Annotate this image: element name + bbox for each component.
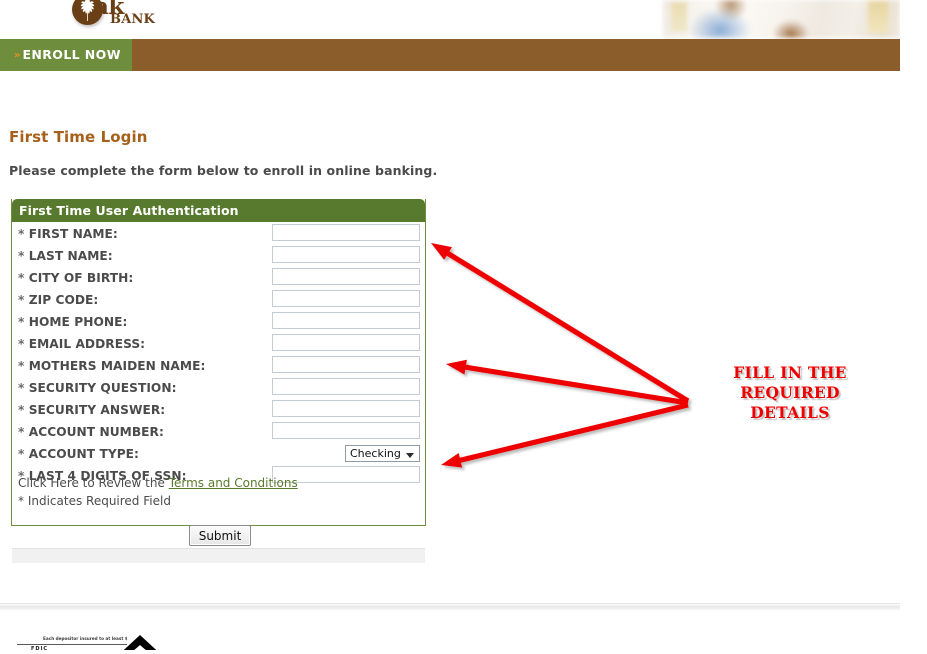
label-text: HOME PHONE: [28, 315, 128, 329]
input-mothers-maiden-name[interactable] [272, 356, 420, 373]
form-row-security-question: * SECURITY QUESTION: [12, 378, 425, 401]
input-security-answer[interactable] [272, 400, 420, 417]
panel-body: * FIRST NAME: * LAST NAME: * CITY OF BIRTH… [12, 222, 425, 563]
footer-divider [0, 603, 900, 610]
panel-footer-strip [12, 548, 425, 563]
nav-item-enroll-now-label: ENROLL NOW [22, 47, 121, 62]
first-time-user-authentication-panel: First Time User Authentication * FIRST N… [11, 199, 426, 563]
label-text: ZIP CODE: [28, 293, 99, 307]
panel-title: First Time User Authentication [12, 199, 425, 222]
double-chevron-right-icon: » [14, 50, 20, 61]
form-row-zip-code: * ZIP CODE: [12, 290, 425, 313]
label-security-answer: * SECURITY ANSWER: [18, 403, 165, 417]
label-account-type: * ACCOUNT TYPE: [18, 447, 139, 461]
form-row-city-of-birth: * CITY OF BIRTH: [12, 268, 425, 291]
label-text: EMAIL ADDRESS: [28, 337, 146, 351]
label-text: LAST NAME: [28, 249, 113, 263]
label-text: ACCOUNT TYPE: [28, 447, 139, 461]
logo-word-bank: BANK [110, 12, 156, 27]
site-header: ak BANK [0, 0, 900, 38]
oak-bank-logo[interactable]: ak BANK [72, 0, 177, 34]
required-asterisk-icon: * [18, 403, 29, 417]
back-to-top-chevron-icon[interactable] [112, 633, 168, 650]
label-text: MOTHERS MAIDEN NAME: [28, 359, 206, 373]
input-last-name[interactable] [272, 246, 420, 263]
input-zip-code[interactable] [272, 290, 420, 307]
header-banner-photo [663, 0, 900, 38]
required-asterisk-icon: * [18, 271, 29, 285]
label-home-phone: * HOME PHONE: [18, 315, 127, 329]
main-navigation-bar: » ENROLL NOW [0, 39, 900, 71]
fdic-rule [17, 644, 127, 645]
page-title: First Time Login [9, 128, 148, 146]
label-mothers-maiden-name: * MOTHERS MAIDEN NAME: [18, 359, 205, 373]
form-row-account-type: * ACCOUNT TYPE: Checking [12, 445, 425, 467]
label-text: SECURITY ANSWER: [28, 403, 166, 417]
nav-item-enroll-now[interactable]: » ENROLL NOW [0, 39, 132, 71]
required-asterisk-icon: * [18, 337, 29, 351]
photo-window-right [868, 1, 888, 33]
label-last-name: * LAST NAME: [18, 249, 113, 263]
input-city-of-birth[interactable] [272, 268, 420, 285]
input-home-phone[interactable] [272, 312, 420, 329]
select-account-type[interactable]: Checking [345, 445, 420, 462]
label-security-question: * SECURITY QUESTION: [18, 381, 177, 395]
required-asterisk-icon: * [18, 447, 29, 461]
label-city-of-birth: * CITY OF BIRTH: [18, 271, 133, 285]
required-asterisk-icon: * [18, 359, 29, 373]
chevron-down-icon [406, 453, 414, 458]
terms-line: Click Here to Review the Terms and Condi… [18, 476, 298, 490]
form-row-account-number: * ACCOUNT NUMBER: [12, 422, 425, 445]
form-row-security-answer: * SECURITY ANSWER: [12, 400, 425, 423]
required-asterisk-icon: * [18, 315, 29, 329]
input-security-question[interactable] [272, 378, 420, 395]
input-account-number[interactable] [272, 422, 420, 439]
page-subtitle: Please complete the form below to enroll… [9, 163, 438, 178]
required-asterisk-icon: * [18, 381, 29, 395]
label-text: CITY OF BIRTH: [28, 271, 134, 285]
required-field-note: * Indicates Required Field [18, 494, 171, 508]
form-row-last-name: * LAST NAME: [12, 246, 425, 269]
label-text: SECURITY QUESTION: [28, 381, 177, 395]
terms-prefix-label: Click Here to Review the [18, 476, 169, 490]
input-first-name[interactable] [272, 224, 420, 241]
required-asterisk-icon: * [18, 249, 29, 263]
select-account-type-value: Checking [350, 447, 401, 460]
terms-and-conditions-link[interactable]: Terms and Conditions [169, 476, 298, 490]
input-email-address[interactable] [272, 334, 420, 351]
label-account-number: * ACCOUNT NUMBER: [18, 425, 164, 439]
required-asterisk-icon: * [18, 293, 29, 307]
form-row-home-phone: * HOME PHONE: [12, 312, 425, 335]
fdic-logo: Each depositor insured to at least $250,… [17, 636, 127, 650]
required-asterisk-icon: * [18, 227, 29, 241]
label-first-name: * FIRST NAME: [18, 227, 118, 241]
form-row-mothers-maiden-name: * MOTHERS MAIDEN NAME: [12, 356, 425, 379]
form-row-email-address: * EMAIL ADDRESS: [12, 334, 425, 357]
label-email-address: * EMAIL ADDRESS: [18, 337, 145, 351]
page-canvas: ak BANK » ENROLL NOW First Time Login Ple… [0, 0, 900, 650]
label-zip-code: * ZIP CODE: [18, 293, 98, 307]
label-text: ACCOUNT NUMBER: [28, 425, 164, 439]
fdic-sub-label: FDIC [31, 646, 49, 650]
form-row-first-name: * FIRST NAME: [12, 224, 425, 247]
submit-button[interactable]: Submit [189, 525, 251, 546]
label-text: FIRST NAME: [28, 227, 118, 241]
required-asterisk-icon: * [18, 425, 29, 439]
photo-window-left [671, 2, 687, 32]
